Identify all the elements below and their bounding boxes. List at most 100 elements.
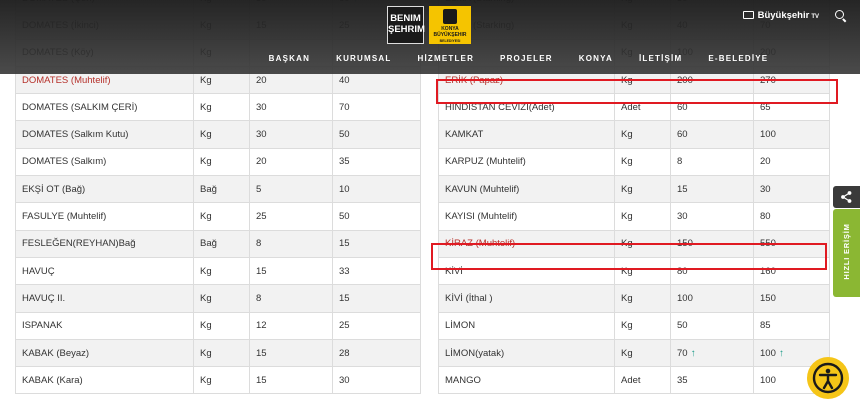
right-table-max-text: 65 (760, 101, 771, 113)
logo-right-line3: BELEDIYESI (439, 39, 461, 43)
left-table-unit-text: Kg (200, 265, 212, 277)
right-table-name-text: HİNDİSTAN CEVİZİ(Adet) (445, 101, 555, 113)
left-table-max-text: 70 (339, 101, 350, 113)
left-table-min-text: 30 (256, 101, 267, 113)
left-table-name-text: HAVUÇ II. (22, 292, 66, 304)
left-table-cell-unit: Bağ (193, 229, 250, 258)
right-table-row: HİNDİSTAN CEVİZİ(Adet) Adet 60 65 (438, 93, 830, 122)
left-table-min-text: 15 (256, 374, 267, 386)
right-table-name-text: MANGO (445, 374, 481, 386)
left-table-name-text: HAVUÇ (22, 265, 55, 277)
right-table-cell-unit: Kg (614, 256, 671, 286)
right-table-cell-unit: Adet (614, 366, 671, 395)
left-table-cell-max: 35 (332, 147, 421, 177)
left-table-row: DOMATES (Salkım) Kg 20 35 (15, 147, 421, 177)
left-table-row: KABAK (Beyaz) Kg 15 28 (15, 338, 421, 368)
left-table-cell-min: 30 (249, 120, 333, 149)
right-table-max-text: 160 (760, 265, 776, 277)
left-table-cell-unit: Kg (193, 311, 250, 340)
right-table-cell-unit: Kg (614, 338, 671, 368)
accessibility-button[interactable] (807, 357, 849, 399)
left-table-unit-text: Kg (200, 101, 212, 113)
left-table-cell-max: 25 (332, 311, 421, 340)
left-table-unit-text: Kg (200, 129, 212, 141)
site-header: BENIM ŞEHRIM KONYA BÜYÜKŞEHIR BELEDIYESI… (0, 0, 860, 74)
nav-konya[interactable]: KONYA (579, 54, 613, 63)
benim-sehrim-logo[interactable]: BENIM ŞEHRIM (387, 6, 425, 44)
right-table-cell-max: 80 (753, 202, 830, 231)
buyuksehir-tv-link[interactable]: Büyükşehir TV (742, 10, 819, 21)
right-table-unit-text: Kg (621, 74, 633, 86)
right-table-max-text: 270 (760, 74, 776, 86)
right-table-max-text: 100 (760, 374, 776, 386)
left-table-max-text: 30 (339, 374, 350, 386)
left-table-min-text: 25 (256, 211, 267, 223)
main-nav: BAŞKAN KURUMSAL HİZMETLER PROJELER KONYA… (0, 54, 860, 63)
quick-access-label: HIZLI ERİŞİM (842, 223, 851, 280)
right-table-unit-text: Kg (621, 211, 633, 223)
left-table-unit-text: Bağ (200, 238, 217, 250)
right-table-cell-unit: Kg (614, 175, 671, 204)
right-table-cell-unit: Adet (614, 93, 671, 122)
left-table-row: HAVUÇ II. Kg 8 15 (15, 284, 421, 313)
right-table-max-text: 100 (760, 129, 776, 141)
right-table-min-text: 35 (677, 374, 688, 386)
right-table-unit-text: Kg (621, 129, 633, 141)
tv-label: TV (811, 14, 819, 20)
left-table-row: FESLEĞEN(REYHAN)Bağ Bağ 8 15 (15, 229, 421, 258)
left-table-cell-name: HAVUÇ (15, 256, 194, 286)
left-table-cell-min: 12 (249, 311, 333, 340)
header-tools: Büyükşehir TV (742, 10, 846, 21)
quick-access-tab[interactable]: HIZLI ERİŞİM (833, 209, 860, 297)
right-table-min-text: 80 (677, 265, 688, 277)
right-table-cell-unit: Kg (614, 202, 671, 231)
right-table-cell-unit: Kg (614, 284, 671, 313)
left-table-cell-unit: Kg (193, 256, 250, 286)
right-table-cell-min: 70 ↑ (670, 338, 754, 368)
right-table-cell-unit: Kg (614, 120, 671, 149)
right-table-cell-unit: Kg (614, 311, 671, 340)
left-table-cell-min: 15 (249, 256, 333, 286)
nav-projeler[interactable]: PROJELER (500, 54, 553, 63)
right-table-cell-max: 160 (753, 256, 830, 286)
left-table-cell-name: DOMATES (SALKIM ÇERİ) (15, 93, 194, 122)
left-table-cell-min: 20 (249, 147, 333, 177)
nav-baskan[interactable]: BAŞKAN (269, 54, 310, 63)
left-table-max-text: 15 (339, 292, 350, 304)
left-table-cell-name: EKŞİ OT (Bağ) (15, 175, 194, 204)
right-table-min-text: 15 (677, 183, 688, 195)
right-table-row: KİRAZ (Muhtelif) Kg 150 550 (438, 229, 830, 258)
right-table-cell-max: 100 (753, 120, 830, 149)
right-table-max-text: 20 (760, 156, 771, 168)
municipality-seal-icon (443, 9, 457, 24)
left-table-cell-max: 50 (332, 202, 421, 231)
right-table-max-text: 550 (760, 238, 776, 250)
right-table-name-text: LİMON(yatak) (445, 347, 505, 359)
right-table-cell-min: 35 (670, 366, 754, 395)
left-table-min-text: 15 (256, 347, 267, 359)
logo-left-line1: BENIM (390, 13, 421, 24)
left-table-min-text: 20 (256, 156, 267, 168)
left-table-max-text: 15 (339, 238, 350, 250)
right-table-cell-min: 100 (670, 284, 754, 313)
left-table-cell-min: 5 (249, 175, 333, 204)
nav-iletisim[interactable]: İLETİŞİM (639, 54, 682, 63)
right-table-min-text: 8 (677, 156, 683, 168)
left-table-cell-max: 70 (332, 93, 421, 122)
search-icon[interactable] (835, 10, 846, 21)
nav-e-belediye[interactable]: E-BELEDİYE (708, 54, 768, 63)
nav-kurumsal[interactable]: KURUMSAL (336, 54, 391, 63)
right-table-name-text: KİVİ (445, 265, 463, 277)
right-table-min-text: 150 (677, 238, 693, 250)
accessibility-icon (812, 362, 844, 394)
left-table-min-text: 30 (256, 129, 267, 141)
right-table-cell-min: 150 (670, 229, 754, 258)
share-button[interactable] (833, 186, 860, 208)
nav-hizmetler[interactable]: HİZMETLER (417, 54, 474, 63)
right-table-unit-text: Kg (621, 156, 633, 168)
konya-buyuksehir-logo[interactable]: KONYA BÜYÜKŞEHIR BELEDIYESI (429, 6, 471, 44)
right-table-min-text: 60 (677, 129, 688, 141)
right-table-max-text: 150 (760, 292, 776, 304)
right-table-name-text: KİRAZ (Muhtelif) (445, 238, 516, 250)
left-table-row: KABAK (Kara) Kg 15 30 (15, 366, 421, 395)
